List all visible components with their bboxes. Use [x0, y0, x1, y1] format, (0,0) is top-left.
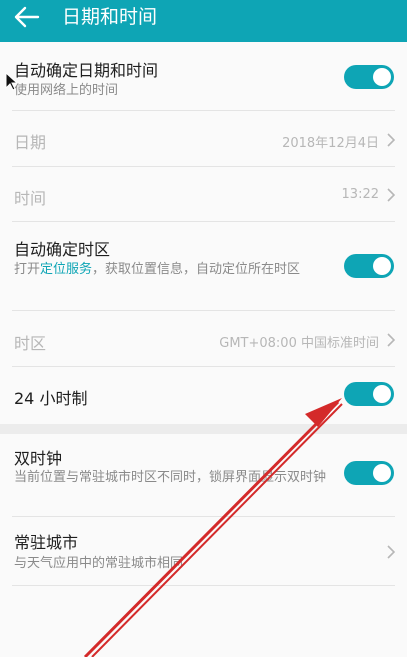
chevron-right-icon — [387, 333, 395, 347]
time-value: 13:22 — [341, 187, 379, 202]
setting-24-hour[interactable]: 24 小时制 — [0, 367, 407, 424]
setting-home-city[interactable]: 常驻城市 与天气应用中的常驻城市相同 — [0, 517, 407, 585]
auto-timezone-sub: 打开定位服务，获取位置信息，自动定位所在时区 — [14, 260, 329, 280]
auto-datetime-toggle[interactable] — [344, 65, 394, 89]
hour24-toggle[interactable] — [344, 382, 394, 406]
auto-datetime-sub: 使用网络上的时间 — [14, 83, 119, 98]
app-header: 日期和时间 — [0, 0, 407, 42]
home-city-label: 常驻城市 — [14, 533, 79, 552]
page-title: 日期和时间 — [62, 6, 158, 28]
toggle-knob — [373, 68, 391, 86]
timezone-value: GMT+08:00 中国标准时间 — [219, 336, 379, 351]
date-label: 日期 — [14, 133, 47, 152]
chevron-right-icon — [387, 188, 395, 202]
auto-timezone-label: 自动确定时区 — [14, 240, 111, 259]
setting-auto-timezone[interactable]: 自动确定时区 打开定位服务，获取位置信息，自动定位所在时区 — [0, 222, 407, 310]
divider — [12, 585, 395, 586]
setting-auto-datetime[interactable]: 自动确定日期和时间 使用网络上的时间 — [0, 42, 407, 110]
toggle-knob — [373, 385, 391, 403]
toggle-knob — [373, 257, 391, 275]
home-city-sub: 与天气应用中的常驻城市相同 — [14, 556, 184, 571]
auto-timezone-toggle[interactable] — [344, 254, 394, 278]
setting-timezone[interactable]: 时区 GMT+08:00 中国标准时间 — [0, 311, 407, 366]
auto-timezone-sub-post: ，获取位置信息，自动定位所在时区 — [92, 262, 301, 277]
time-label: 时间 — [14, 189, 47, 208]
dual-clock-sub: 当前位置与常驻城市时区不同时，锁屏界面显示双时钟 — [14, 470, 327, 485]
auto-datetime-label: 自动确定日期和时间 — [14, 61, 159, 80]
date-value: 2018年12月4日 — [282, 136, 379, 151]
chevron-right-icon — [387, 545, 395, 559]
setting-dual-clock[interactable]: 双时钟 当前位置与常驻城市时区不同时，锁屏界面显示双时钟 — [0, 434, 407, 516]
arrow-left-icon[interactable] — [12, 4, 42, 30]
hour24-label: 24 小时制 — [14, 389, 88, 408]
setting-time[interactable]: 时间 13:22 — [0, 167, 407, 221]
timezone-label: 时区 — [14, 334, 47, 353]
toggle-knob — [373, 464, 391, 482]
dual-clock-toggle[interactable] — [344, 461, 394, 485]
section-gap — [0, 424, 407, 434]
auto-timezone-sub-pre: 打开 — [14, 262, 41, 277]
location-service-link[interactable]: 定位服务 — [40, 262, 92, 277]
chevron-right-icon — [387, 133, 395, 147]
dual-clock-label: 双时钟 — [14, 449, 63, 468]
setting-date[interactable]: 日期 2018年12月4日 — [0, 111, 407, 166]
